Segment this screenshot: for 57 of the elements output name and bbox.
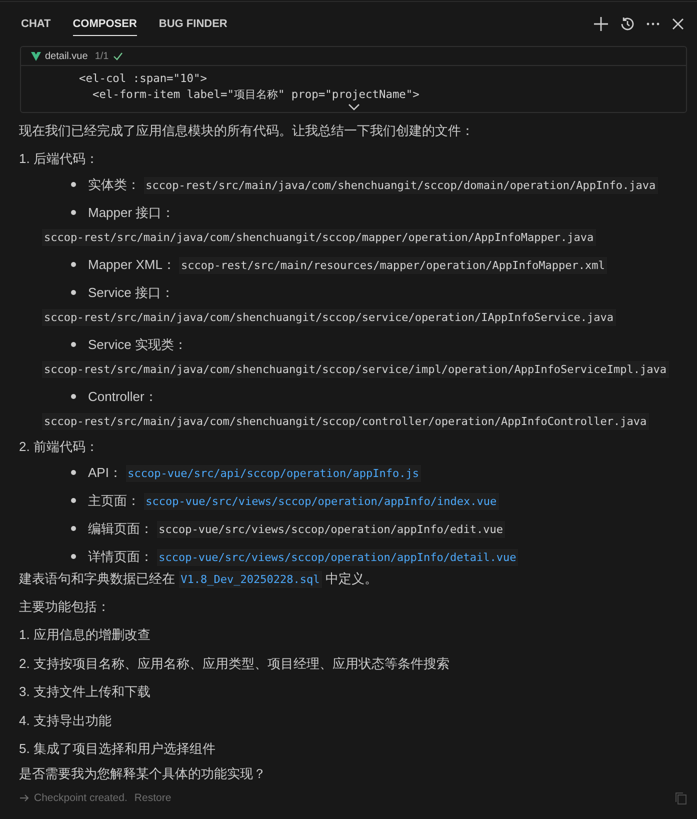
file-path: sccop-rest/src/main/java/com/shenchuangit/sccop/mapper/operation/AppInfoMapper.java <box>42 229 596 246</box>
feature-item: 4. 支持导出功能 <box>19 712 112 730</box>
history-icon[interactable] <box>619 16 635 32</box>
item-label: Mapper 接口： <box>88 205 175 220</box>
chevron-down-icon[interactable] <box>348 103 360 111</box>
restore-link[interactable]: Restore <box>134 792 172 804</box>
tab[interactable]: BUG FINDER <box>158 12 228 36</box>
vue-logo-icon <box>31 52 41 60</box>
file-path: sccop-rest/src/main/java/com/shenchuangit/sccop/domain/operation/AppInfo.java <box>144 177 658 194</box>
item-label: 主页面： <box>88 493 140 508</box>
file-link[interactable]: sccop-vue/src/api/sccop/operation/appInfo.js <box>126 465 421 482</box>
file-link[interactable]: sccop-vue/src/views/sccop/operation/appInfo/detail.vue <box>156 549 518 566</box>
message-text: 建表语句和字典数据已经在 V1.8_Dev_20250228.sql 中定义。 <box>19 570 378 588</box>
bullet-icon <box>71 554 76 560</box>
item-label: Service 实现类： <box>88 337 187 352</box>
bullet-icon <box>71 210 76 216</box>
item-label: Service 接口： <box>88 285 174 300</box>
tab[interactable]: COMPOSER <box>72 12 137 36</box>
close-icon[interactable] <box>671 17 685 31</box>
bullet-icon <box>71 262 76 268</box>
feature-item: 3. 支持文件上传和下载 <box>19 683 152 701</box>
file-path: sccop-rest/src/main/java/com/shenchuangit/sccop/service/operation/IAppInfoService.java <box>42 309 616 326</box>
arrow-right-icon <box>20 794 30 802</box>
file-link[interactable]: V1.8_Dev_20250228.sql <box>178 571 322 588</box>
bullet-icon <box>71 182 76 188</box>
item-label: 编辑页面： <box>88 521 153 536</box>
feature-item: 1. 应用信息的增删改查 <box>19 626 152 644</box>
code-line: <el-col :span="10"> <box>78 71 208 87</box>
checkpoint-status: Checkpoint created. <box>34 792 128 804</box>
item-label: API： <box>88 465 122 480</box>
message-text: 现在我们已经完成了应用信息模块的所有代码。让我总结一下我们创建的文件： <box>19 122 475 140</box>
file-path: sccop-rest/src/main/resources/mapper/operation/AppInfoMapper.xml <box>179 257 607 274</box>
bullet-icon <box>71 394 76 400</box>
file-path: sccop-rest/src/main/java/com/shenchuangit/sccop/controller/operation/AppInfoController.java <box>42 413 649 430</box>
file-link[interactable]: sccop-vue/src/views/sccop/operation/appInfo/index.vue <box>144 493 499 510</box>
code-line: <el-form-item label="项目名称" prop="projectName"> <box>92 87 420 103</box>
section-heading: 1. 后端代码： <box>19 150 100 168</box>
item-label: 详情页面： <box>88 549 153 564</box>
section-heading: 2. 前端代码： <box>19 438 100 456</box>
file-path: sccop-vue/src/views/sccop/operation/appInfo/edit.vue <box>156 521 505 538</box>
feature-item: 2. 支持按项目名称、应用名称、应用类型、项目经理、应用状态等条件搜索 <box>19 654 450 672</box>
item-label: 实体类： <box>88 177 140 192</box>
item-label: Mapper XML： <box>88 257 176 272</box>
plus-icon[interactable] <box>593 16 609 32</box>
bullet-icon <box>71 470 76 476</box>
bullet-icon <box>71 342 76 348</box>
change-count: 1/1 <box>94 50 109 62</box>
tab[interactable]: CHAT <box>21 12 51 36</box>
bullet-icon <box>71 290 76 296</box>
bullet-icon <box>71 526 76 532</box>
feature-item: 5. 集成了项目选择和用户选择组件 <box>19 740 216 758</box>
file-name[interactable]: detail.vue <box>45 50 88 62</box>
bullet-icon <box>71 498 76 504</box>
message-text: 是否需要我为您解释某个具体的功能实现？ <box>19 764 267 782</box>
file-path: sccop-rest/src/main/java/com/shenchuangit/sccop/service/impl/operation/AppInfoServiceImpl.java <box>42 361 669 378</box>
item-label: Controller： <box>88 389 158 404</box>
message-text: 主要功能包括： <box>19 598 111 616</box>
